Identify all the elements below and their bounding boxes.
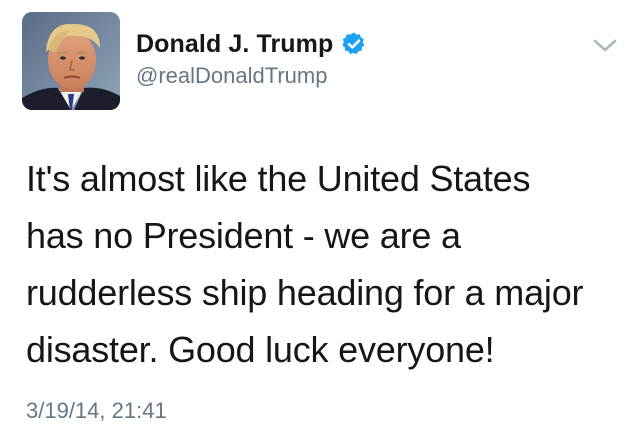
verified-badge-icon bbox=[341, 31, 367, 57]
tweet-text-line: disaster. Good luck everyone! bbox=[26, 329, 495, 370]
tweet-text-line: has no President - we are a bbox=[26, 215, 461, 256]
tweet-text-line: rudderless ship heading for a major bbox=[26, 272, 584, 313]
tweet-text-line: It's almost like the United States bbox=[26, 158, 531, 199]
tweet-timestamp[interactable]: 3/19/14, 21:41 bbox=[26, 398, 167, 424]
tweet-card: Donald J. Trump @realDonaldTrump It's al… bbox=[0, 0, 640, 440]
avatar[interactable] bbox=[22, 12, 120, 110]
author-name-row: Donald J. Trump bbox=[136, 28, 367, 60]
tweet-text: It's almost like the United States has n… bbox=[26, 150, 626, 378]
avatar-image bbox=[22, 12, 120, 110]
username-handle[interactable]: @realDonaldTrump bbox=[136, 63, 367, 89]
chevron-down-icon[interactable] bbox=[590, 36, 620, 56]
display-name[interactable]: Donald J. Trump bbox=[136, 30, 333, 59]
author-info: Donald J. Trump @realDonaldTrump bbox=[136, 28, 367, 89]
